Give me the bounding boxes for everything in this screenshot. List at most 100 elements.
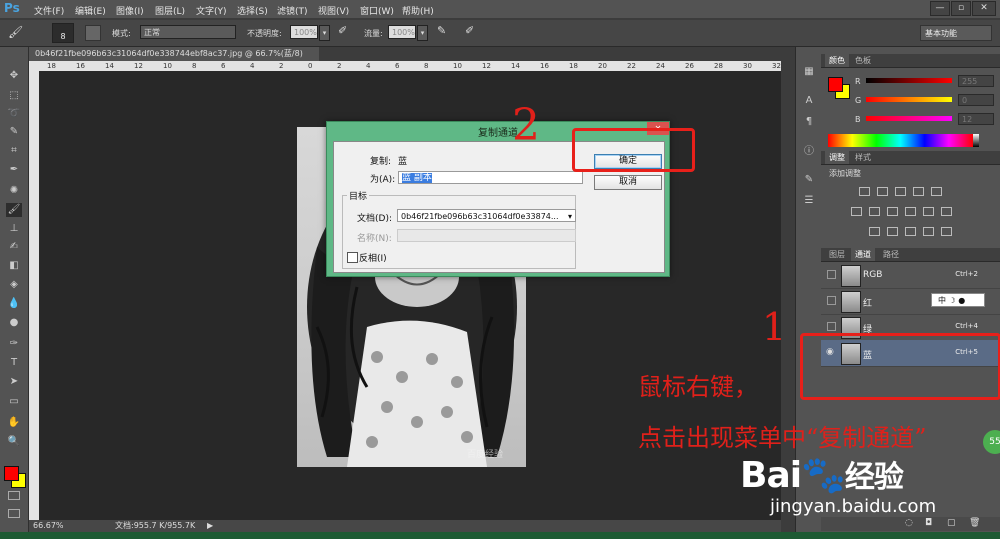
levels-adjust-icon[interactable] (877, 187, 888, 196)
pressure-opacity-icon[interactable]: ✐ (338, 24, 347, 37)
hue-saturation-adjust-icon[interactable] (851, 207, 862, 216)
status-menu-arrow-icon[interactable]: ▶ (207, 520, 213, 532)
channel-row[interactable]: RGB Ctrl+2 (821, 262, 1000, 289)
close-window-button[interactable]: ✕ (972, 1, 996, 16)
minimize-button[interactable]: — (930, 1, 950, 16)
bw-ramp[interactable] (973, 134, 979, 147)
zoom-tool-icon[interactable]: 🔍 (6, 435, 22, 449)
red-slider[interactable] (866, 78, 952, 83)
mode-select[interactable]: 正常 (140, 25, 236, 39)
posterize-adjust-icon[interactable] (887, 227, 898, 236)
tab-color[interactable]: 颜色 (825, 54, 849, 67)
gradient-map-adjust-icon[interactable] (941, 227, 952, 236)
visibility-toggle[interactable] (827, 322, 836, 331)
lasso-tool-icon[interactable]: ➰ (6, 107, 22, 121)
vibrance-adjust-icon[interactable] (931, 187, 942, 196)
color-spectrum-bar[interactable] (828, 134, 973, 147)
color-lookup-adjust-icon[interactable] (941, 207, 952, 216)
channel-mixer-adjust-icon[interactable] (923, 207, 934, 216)
save-selection-icon[interactable]: ◘ (925, 518, 932, 528)
move-tool-icon[interactable]: ✥ (6, 69, 22, 83)
tab-layers[interactable]: 图层 (825, 248, 849, 261)
hand-tool-icon[interactable]: ✋ (6, 416, 22, 430)
dodge-tool-icon[interactable]: ● (6, 316, 22, 330)
brush-presets-icon[interactable]: ✎ (801, 173, 817, 187)
load-selection-icon[interactable]: ◌ (905, 518, 913, 528)
airbrush-icon[interactable]: ✎ (437, 24, 446, 37)
blue-slider[interactable] (866, 116, 952, 121)
quick-mask-icon[interactable] (8, 491, 20, 500)
brush-size-picker[interactable]: 8 (52, 23, 74, 43)
rectangle-tool-icon[interactable]: ▭ (6, 395, 22, 409)
black-white-adjust-icon[interactable] (887, 207, 898, 216)
cancel-button[interactable]: 取消 (594, 175, 662, 190)
curves-adjust-icon[interactable] (895, 187, 906, 196)
pressure-size-icon[interactable]: ✐ (465, 24, 474, 37)
eraser-tool-icon[interactable]: ◧ (6, 259, 22, 273)
ime-toolbar[interactable]: 中 ☽ ● (931, 293, 985, 307)
menu-file[interactable]: 文件(F) (34, 4, 64, 17)
brush-panel-icon[interactable] (85, 25, 101, 41)
green-slider[interactable] (866, 97, 952, 102)
maximize-button[interactable]: ▫ (951, 1, 971, 16)
selective-color-adjust-icon[interactable] (923, 227, 934, 236)
channel-row[interactable]: 红 中 ☽ ● (821, 288, 1000, 315)
tool-presets-icon[interactable]: ☰ (801, 194, 817, 208)
marquee-tool-icon[interactable]: ⬚ (6, 89, 22, 103)
brush-tool-icon[interactable]: 🖌 (8, 25, 23, 39)
opacity-dropdown-icon[interactable]: ▾ (319, 25, 330, 41)
tab-swatches[interactable]: 色板 (851, 54, 875, 67)
path-select-tool-icon[interactable]: ➤ (6, 375, 22, 389)
trash-icon[interactable]: 🗑 (969, 518, 980, 528)
menu-edit[interactable]: 编辑(E) (75, 4, 106, 17)
exposure-adjust-icon[interactable] (913, 187, 924, 196)
pen-tool-icon[interactable]: ✑ (6, 337, 22, 351)
paint-bucket-tool-icon[interactable]: ◈ (6, 278, 22, 292)
visibility-toggle[interactable] (827, 270, 836, 279)
document-select[interactable]: 0b46f21fbe096b63c31064df0e33874... ▾ (397, 209, 576, 222)
tab-paths[interactable]: 路径 (879, 248, 903, 261)
menu-layer[interactable]: 图层(L) (155, 4, 185, 17)
document-tab[interactable]: 0b46f21fbe096b63c31064df0e338744ebf8ac37… (29, 47, 319, 72)
history-panel-icon[interactable]: ▦ (801, 65, 817, 79)
menu-select[interactable]: 选择(S) (237, 4, 268, 17)
tab-channels[interactable]: 通道 (851, 248, 875, 261)
opacity-input[interactable]: 100% (290, 25, 318, 39)
flow-input[interactable]: 100% (388, 25, 416, 39)
flow-dropdown-icon[interactable]: ▾ (417, 25, 428, 41)
screen-mode-icon[interactable] (8, 509, 20, 518)
menu-window[interactable]: 窗口(W) (360, 4, 394, 17)
healing-brush-tool-icon[interactable]: ✺ (6, 184, 22, 198)
panel-foreground-swatch[interactable] (828, 77, 843, 92)
blue-value-input[interactable]: 12 (958, 113, 994, 125)
menu-filter[interactable]: 滤镜(T) (277, 4, 308, 17)
crop-tool-icon[interactable]: ⌗ (6, 144, 22, 158)
red-value-input[interactable]: 255 (958, 75, 994, 87)
brightness-adjust-icon[interactable] (859, 187, 870, 196)
tab-adjustments[interactable]: 调整 (825, 151, 849, 164)
invert-checkbox[interactable] (347, 252, 358, 263)
new-channel-icon[interactable]: ▢ (947, 518, 956, 528)
brush-tool-icon-active[interactable]: 🖌 (6, 203, 22, 217)
visibility-toggle[interactable] (827, 296, 836, 305)
info-panel-icon[interactable]: ⓘ (801, 145, 817, 159)
threshold-adjust-icon[interactable] (905, 227, 916, 236)
blur-tool-icon[interactable]: 💧 (6, 297, 22, 311)
workspace-select[interactable]: 基本功能 (920, 25, 992, 41)
tab-styles[interactable]: 样式 (851, 151, 875, 164)
menu-view[interactable]: 视图(V) (318, 4, 349, 17)
history-brush-tool-icon[interactable]: ✍ (6, 240, 22, 254)
menu-type[interactable]: 文字(Y) (196, 4, 227, 17)
clone-stamp-tool-icon[interactable]: ⊥ (6, 222, 22, 236)
menu-image[interactable]: 图像(I) (116, 4, 144, 17)
character-panel-icon[interactable]: A (801, 94, 817, 108)
green-value-input[interactable]: 0 (958, 94, 994, 106)
quick-select-tool-icon[interactable]: ✎ (6, 125, 22, 139)
menu-help[interactable]: 帮助(H) (402, 4, 434, 17)
color-balance-adjust-icon[interactable] (869, 207, 880, 216)
invert-adjust-icon[interactable] (869, 227, 880, 236)
eyedropper-tool-icon[interactable]: ✒ (6, 163, 22, 177)
paragraph-panel-icon[interactable]: ¶ (801, 115, 817, 129)
type-tool-icon[interactable]: T (6, 356, 22, 370)
photo-filter-adjust-icon[interactable] (905, 207, 916, 216)
